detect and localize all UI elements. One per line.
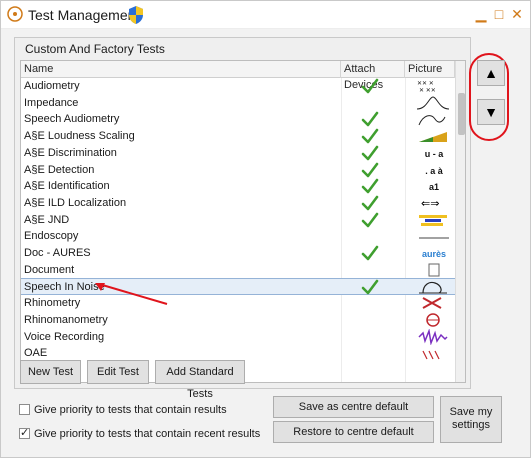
document-picture bbox=[428, 263, 440, 277]
table-row[interactable]: Rhinometry bbox=[21, 295, 455, 312]
grid-rows: Audiometry ✕✕ ✕ ✕ ✕✕ Impedance Speech Audiom… bbox=[21, 78, 455, 382]
table-row[interactable]: A§E Identification a1 bbox=[21, 178, 455, 195]
test-name: A§E Detection bbox=[24, 163, 95, 176]
aures-picture: aurès bbox=[422, 249, 446, 259]
picture-text: u - a bbox=[425, 149, 444, 159]
voice-recording-picture bbox=[418, 328, 448, 345]
test-name: Endoscopy bbox=[24, 230, 79, 243]
svg-text:✕✕ ✕: ✕✕ ✕ bbox=[417, 81, 434, 87]
title-bar: Test Management ▁ □ ✕ bbox=[1, 1, 530, 29]
svg-text:✕ ✕✕: ✕ ✕✕ bbox=[419, 88, 436, 94]
svg-text:⇐⇒: ⇐⇒ bbox=[421, 198, 439, 210]
rhinometry-picture bbox=[422, 297, 442, 309]
priority-results-label: Give priority to tests that contain resu… bbox=[34, 404, 227, 416]
speech-audiometry-picture bbox=[418, 115, 446, 126]
table-row[interactable]: A§E Loudness Scaling bbox=[21, 128, 455, 145]
test-name: Rhinometry bbox=[24, 297, 81, 310]
column-header-attach-devices[interactable]: Attach Devices bbox=[341, 61, 405, 91]
discrimination-picture: u - a bbox=[425, 149, 444, 159]
impedance-picture bbox=[416, 96, 450, 110]
test-name: OAE bbox=[24, 347, 48, 360]
picture-text: . a à bbox=[425, 166, 444, 176]
test-name: Speech Audiometry bbox=[24, 113, 120, 126]
restore-centre-default-button[interactable]: Restore to centre default bbox=[273, 421, 434, 443]
scrollbar-thumb[interactable] bbox=[458, 93, 465, 135]
test-name: Rhinomanometry bbox=[24, 313, 108, 326]
table-row[interactable]: Document bbox=[21, 262, 455, 279]
test-name: A§E Loudness Scaling bbox=[24, 130, 135, 143]
attach-check-icon bbox=[361, 178, 379, 194]
attach-check-icon bbox=[361, 245, 379, 261]
speech-in-noise-picture bbox=[419, 282, 447, 294]
picture-text: aurès bbox=[422, 249, 446, 259]
test-name: Impedance bbox=[24, 96, 79, 109]
priority-recent-checkbox[interactable] bbox=[19, 426, 30, 439]
maximize-button[interactable]: □ bbox=[491, 6, 507, 22]
table-row[interactable]: A§E Discrimination u - a bbox=[21, 145, 455, 162]
test-name: Document bbox=[24, 263, 75, 276]
attach-check-icon bbox=[361, 280, 379, 295]
save-centre-default-button[interactable]: Save as centre default bbox=[273, 396, 434, 418]
attach-check-icon bbox=[361, 195, 379, 211]
app-icon bbox=[7, 6, 23, 22]
attach-check-icon bbox=[361, 212, 379, 227]
table-row[interactable]: Speech Audiometry bbox=[21, 111, 455, 128]
table-row[interactable]: Endoscopy bbox=[21, 228, 455, 245]
table-row[interactable]: Impedance bbox=[21, 95, 455, 112]
test-name: Doc - AURES bbox=[24, 247, 91, 259]
table-row[interactable]: Doc - AURES aurès bbox=[21, 245, 455, 262]
table-row[interactable]: A§E JND bbox=[21, 212, 455, 229]
test-management-window: Test Management ▁ □ ✕ Custom And Factory… bbox=[0, 0, 531, 458]
audiometry-picture: ✕✕ ✕✕ ✕✕ bbox=[417, 81, 436, 94]
picture-text: a1 bbox=[429, 182, 439, 192]
priority-results-checkbox[interactable] bbox=[19, 404, 30, 415]
test-name: A§E Discrimination bbox=[24, 146, 117, 159]
loudness-scaling-picture bbox=[419, 132, 447, 143]
grid-header: Name Attach Devices Picture bbox=[21, 61, 455, 91]
ild-localization-picture: ⇐⇒ bbox=[421, 198, 439, 210]
test-name: A§E ILD Localization bbox=[24, 196, 127, 209]
test-name: Voice Recording bbox=[24, 330, 105, 343]
shield-icon bbox=[129, 6, 143, 24]
table-row[interactable]: A§E Detection . a à bbox=[21, 162, 455, 179]
table-row[interactable]: A§E ILD Localization ⇐⇒ bbox=[21, 195, 455, 212]
table-row[interactable]: Voice Recording bbox=[21, 328, 455, 346]
priority-recent-label: Give priority to tests that contain rece… bbox=[34, 428, 261, 440]
oae-picture bbox=[422, 350, 440, 360]
table-row[interactable]: Audiometry ✕✕ ✕ ✕ ✕✕ bbox=[21, 78, 455, 95]
table-row[interactable]: Speech In Noise bbox=[21, 278, 455, 296]
window-title: Test Management bbox=[28, 7, 140, 23]
attach-check-icon bbox=[361, 145, 379, 161]
tests-grid[interactable]: Name Attach Devices Picture Audiometry ✕✕… bbox=[20, 60, 466, 383]
new-test-button[interactable]: New Test bbox=[20, 360, 81, 384]
table-row[interactable]: Rhinomanometry bbox=[21, 312, 455, 329]
test-name: Audiometry bbox=[24, 80, 80, 92]
custom-factory-tests-group: Custom And Factory Tests Name Attach Dev… bbox=[14, 37, 471, 389]
column-header-name[interactable]: Name bbox=[21, 61, 341, 78]
move-up-button[interactable]: ▲ bbox=[477, 60, 505, 86]
test-name: A§E JND bbox=[24, 213, 70, 226]
column-header-picture[interactable]: Picture bbox=[405, 61, 455, 78]
identification-picture: a1 bbox=[429, 182, 439, 192]
test-name: A§E Identification bbox=[24, 180, 110, 193]
annotation-arrow bbox=[95, 283, 168, 305]
attach-check-icon bbox=[361, 162, 379, 177]
minimize-button[interactable]: ▁ bbox=[473, 6, 489, 22]
detection-picture: . a à bbox=[425, 166, 444, 176]
move-down-button[interactable]: ▼ bbox=[477, 99, 505, 125]
rhinomanometry-picture bbox=[426, 313, 440, 327]
jnd-picture bbox=[419, 214, 447, 226]
attach-check-icon bbox=[361, 128, 379, 144]
add-standard-tests-button[interactable]: Add Standard Tests bbox=[155, 360, 245, 400]
save-my-settings-button[interactable]: Save my settings bbox=[440, 396, 502, 443]
edit-test-button[interactable]: Edit Test bbox=[87, 360, 149, 384]
attach-check-icon bbox=[361, 112, 379, 127]
grid-scrollbar[interactable] bbox=[455, 61, 465, 382]
endoscopy-picture bbox=[419, 237, 449, 239]
close-button[interactable]: ✕ bbox=[509, 6, 525, 22]
group-title: Custom And Factory Tests bbox=[25, 42, 165, 56]
attach-check-icon bbox=[361, 78, 379, 94]
